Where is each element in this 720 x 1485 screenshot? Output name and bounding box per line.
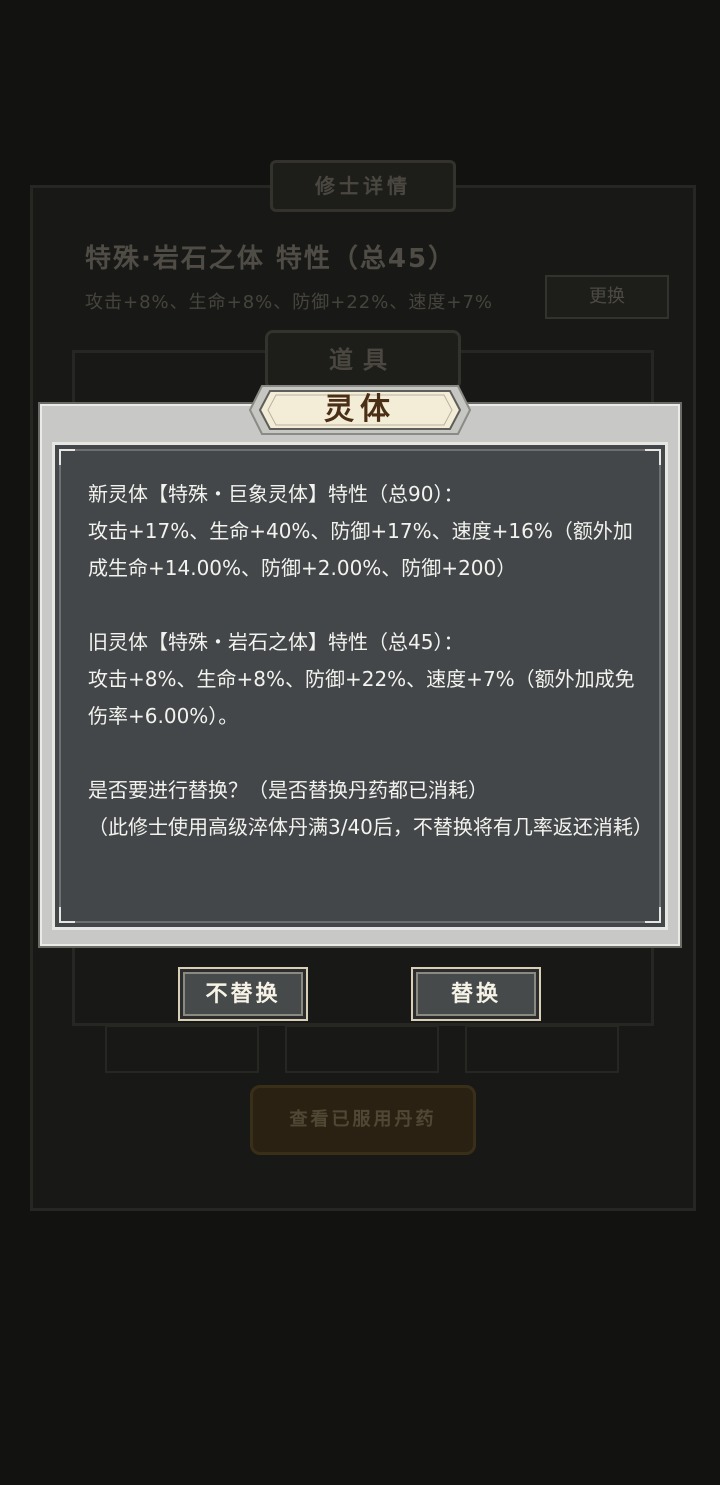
screen: 修士详情 特殊·岩石之体 特性（总45） 攻击+8%、生命+8%、防御+22%、… xyxy=(0,0,720,1485)
background-cell xyxy=(285,1025,439,1073)
old-spirit-body-stats: 攻击+8%、生命+8%、防御+22%、速度+7%（额外加成免伤率+6.00%）。 xyxy=(88,667,635,728)
corner-ornament xyxy=(59,907,75,923)
corner-ornament xyxy=(645,449,661,465)
corner-ornament xyxy=(645,907,661,923)
background-title: 修士详情 xyxy=(270,160,456,212)
background-cell xyxy=(465,1025,619,1073)
background-cell xyxy=(105,1025,259,1073)
dialog-title: 灵体 xyxy=(324,392,396,427)
dialog-title-plaque: 灵体 xyxy=(248,380,472,440)
do-not-replace-button[interactable]: 不替换 xyxy=(178,967,308,1021)
dialog-message: 新灵体【特殊・巨象灵体】特性（总90）： 攻击+17%、生命+40%、防御+17… xyxy=(88,476,653,846)
new-spirit-body-header: 新灵体【特殊・巨象灵体】特性（总90）： xyxy=(88,482,464,506)
old-spirit-body-header: 旧灵体【特殊・岩石之体】特性（总45）： xyxy=(88,630,464,654)
refund-note: （此修士使用高级淬体丹满3/40后，不替换将有几率返还消耗） xyxy=(88,815,653,839)
background-line-1: 特殊·岩石之体 特性（总45） xyxy=(85,244,457,274)
new-spirit-body-stats: 攻击+17%、生命+40%、防御+17%、速度+16%（额外加成生命+14.00… xyxy=(88,519,633,580)
background-line-2: 攻击+8%、生命+8%、防御+22%、速度+7% xyxy=(85,292,494,313)
background-replace-button: 更换 xyxy=(545,275,669,319)
replace-button[interactable]: 替换 xyxy=(411,967,541,1021)
corner-ornament xyxy=(59,449,75,465)
replace-question: 是否要进行替换？（是否替换丹药都已消耗） xyxy=(88,778,488,802)
background-view-pills-button: 查看已服用丹药 xyxy=(250,1085,476,1155)
